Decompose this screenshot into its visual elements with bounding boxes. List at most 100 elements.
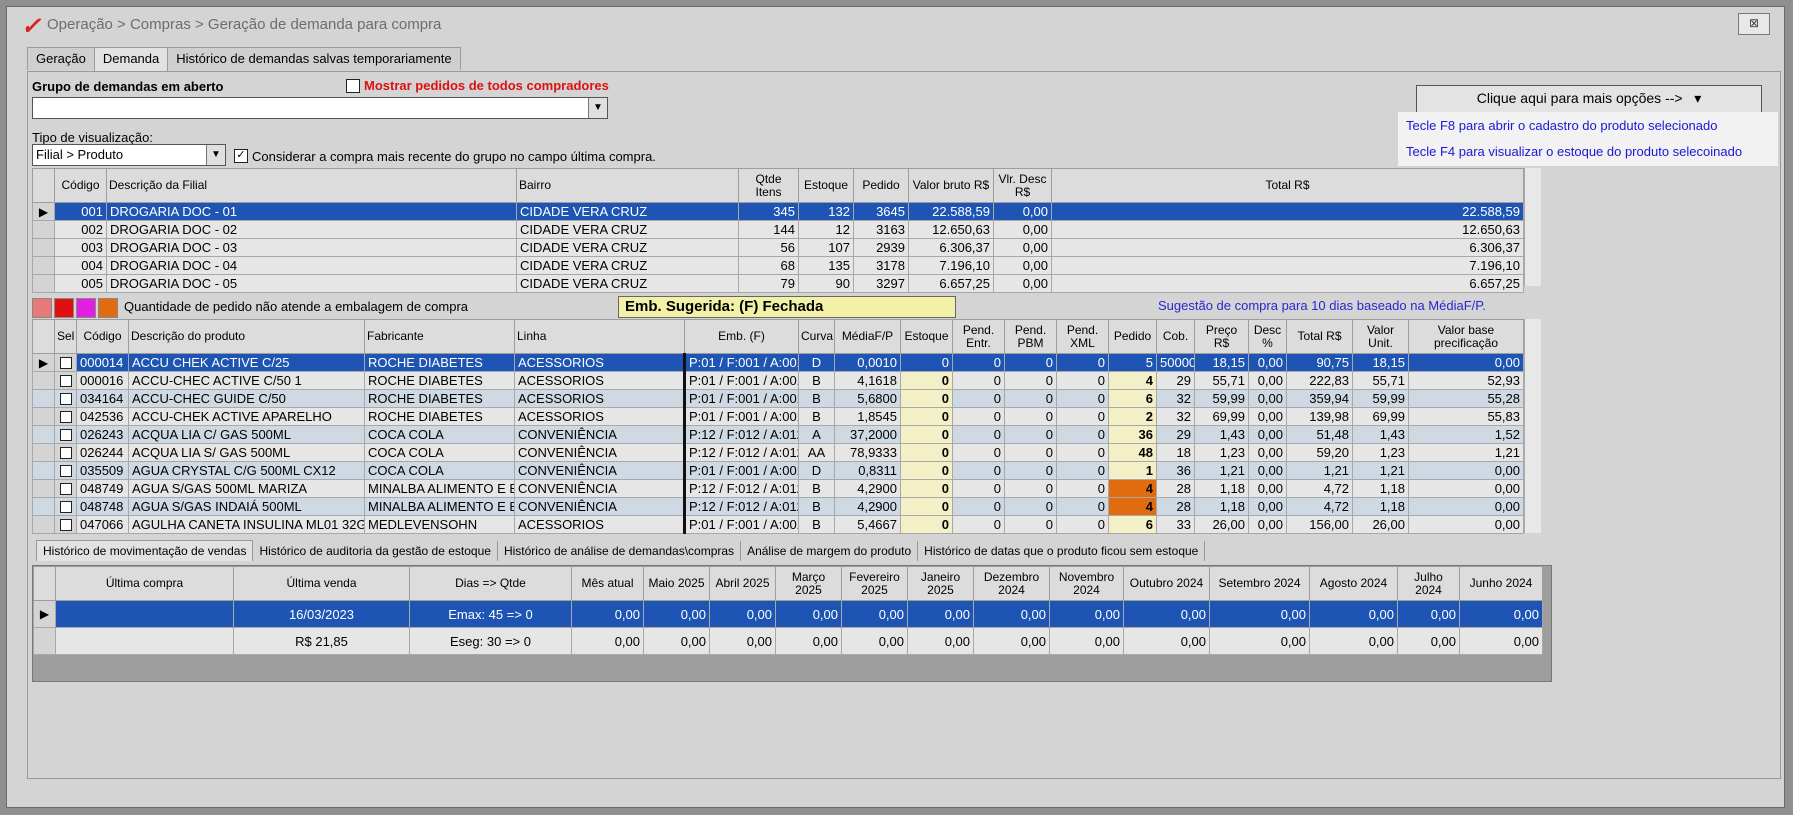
col-header[interactable]: Estoque [900, 319, 953, 354]
col-header[interactable]: Valor Unit. [1352, 319, 1409, 354]
row-indicator[interactable] [33, 627, 56, 655]
col-header[interactable]: Descrição do produto [128, 319, 365, 354]
col-header[interactable]: Vlr. Desc R$ [993, 168, 1052, 203]
col-header[interactable]: Dezembro 2024 [973, 566, 1050, 601]
col-header[interactable]: Cob. [1156, 319, 1195, 354]
col-header[interactable]: Pend. XML [1056, 319, 1109, 354]
branch-row[interactable]: ▶ 001 DROGARIA DOC - 01 CIDADE VERA CRUZ 345… [32, 202, 1524, 221]
col-header[interactable]: Qtde Itens [738, 168, 799, 203]
row-indicator[interactable] [32, 389, 55, 408]
col-header[interactable]: Última venda [233, 566, 410, 601]
col-header[interactable]: Maio 2025 [643, 566, 710, 601]
col-header[interactable]: Fabricante [364, 319, 515, 354]
checkbox-icon[interactable] [59, 446, 72, 459]
row-indicator[interactable] [32, 371, 55, 390]
select-checkbox[interactable] [54, 479, 77, 498]
tab-demanda[interactable]: Demanda [93, 47, 169, 72]
col-header[interactable]: Setembro 2024 [1209, 566, 1310, 601]
checkbox-icon[interactable] [59, 464, 72, 477]
col-header[interactable]: Março 2025 [775, 566, 842, 601]
col-header[interactable]: Dias => Qtde [409, 566, 572, 601]
row-indicator[interactable] [32, 238, 55, 257]
select-checkbox[interactable] [54, 425, 77, 444]
view-type-select[interactable]: Filial > Produto ▼ [32, 144, 226, 166]
select-checkbox[interactable] [54, 407, 77, 426]
branch-row[interactable]: 005 DROGARIA DOC - 05 CIDADE VERA CRUZ 79 90… [32, 274, 1524, 293]
col-header[interactable]: Linha [514, 319, 685, 354]
product-row[interactable]: 026244 ACQUA LIA S/ GAS 500ML COCA COLA CON… [32, 443, 1524, 462]
product-row[interactable]: 047066 AGULHA CANETA INSULINA ML01 32G 0.… [32, 515, 1524, 534]
row-indicator[interactable] [32, 515, 55, 534]
consider-checkbox[interactable]: ✓ [234, 149, 248, 163]
col-header[interactable]: Total R$ [1051, 168, 1524, 203]
checkbox-icon[interactable] [59, 410, 72, 423]
col-header[interactable]: MédiaF/P [834, 319, 901, 354]
chevron-down-icon[interactable]: ▼ [206, 145, 225, 165]
group-select[interactable]: ▼ [32, 97, 608, 119]
col-header[interactable]: Valor bruto R$ [908, 168, 994, 203]
product-row[interactable]: 034164 ACCU-CHEC GUIDE C/50 ROCHE DIABETES… [32, 389, 1524, 408]
col-header[interactable]: Estoque [798, 168, 854, 203]
tab-hist-analise[interactable]: Histórico de análise de demandas\compras [498, 541, 742, 561]
show-all-checkbox[interactable] [346, 79, 360, 93]
checkbox-icon[interactable] [59, 374, 72, 387]
product-row[interactable]: 035509 AGUA CRYSTAL C/G 500ML CX12 COCA CO… [32, 461, 1524, 480]
col-header[interactable]: Julho 2024 [1397, 566, 1460, 601]
tab-hist-vendas[interactable]: Histórico de movimentação de vendas [36, 540, 254, 561]
row-indicator[interactable] [32, 274, 55, 293]
row-indicator[interactable]: ▶ [32, 353, 55, 372]
row-indicator[interactable] [32, 497, 55, 516]
col-header[interactable]: Novembro 2024 [1049, 566, 1124, 601]
checkbox-icon[interactable] [59, 356, 72, 369]
col-header[interactable]: Junho 2024 [1459, 566, 1543, 601]
row-indicator[interactable]: ▶ [32, 202, 55, 221]
select-checkbox[interactable] [54, 353, 77, 372]
col-header[interactable]: Valor base precificação [1408, 319, 1524, 354]
tab-geracao[interactable]: Geração [27, 47, 95, 70]
more-options-button[interactable]: Clique aqui para mais opções --> ▾ [1416, 85, 1762, 113]
branch-row[interactable]: 003 DROGARIA DOC - 03 CIDADE VERA CRUZ 56 10… [32, 238, 1524, 257]
col-header[interactable]: Pedido [1108, 319, 1157, 354]
branch-row[interactable]: 004 DROGARIA DOC - 04 CIDADE VERA CRUZ 68 13… [32, 256, 1524, 275]
checkbox-icon[interactable] [59, 500, 72, 513]
col-header[interactable]: Última compra [55, 566, 234, 601]
tab-historico-demandas[interactable]: Histórico de demandas salvas temporariam… [167, 47, 461, 70]
row-indicator[interactable] [32, 443, 55, 462]
col-header[interactable]: Curva [798, 319, 835, 354]
col-header[interactable]: Pend. PBM [1004, 319, 1057, 354]
checkbox-icon[interactable] [59, 392, 72, 405]
col-header[interactable]: Fevereiro 2025 [841, 566, 908, 601]
products-scrollbar[interactable] [1524, 319, 1541, 533]
row-indicator[interactable]: ▶ [33, 600, 56, 628]
col-header[interactable]: Pend. Entr. [952, 319, 1005, 354]
close-button[interactable]: ⊠ [1738, 13, 1770, 35]
tab-hist-sem-estoque[interactable]: Histórico de datas que o produto ficou s… [918, 541, 1206, 561]
row-indicator[interactable] [32, 220, 55, 239]
chevron-down-icon[interactable]: ▼ [588, 98, 607, 118]
col-header[interactable]: Desc % [1248, 319, 1287, 354]
row-indicator[interactable] [32, 461, 55, 480]
checkbox-icon[interactable] [59, 482, 72, 495]
history-row[interactable]: ▶ 16/03/2023 Emax: 45 => 0 0,00 0,00 0,00 0,00… [33, 600, 1543, 628]
select-checkbox[interactable] [54, 515, 77, 534]
col-header[interactable]: Mês atual [571, 566, 644, 601]
branch-row[interactable]: 002 DROGARIA DOC - 02 CIDADE VERA CRUZ 144 1… [32, 220, 1524, 239]
col-header[interactable]: Janeiro 2025 [907, 566, 974, 601]
row-indicator[interactable] [32, 407, 55, 426]
product-row[interactable]: 042536 ACCU-CHEK ACTIVE APARELHO ROCHE DIA… [32, 407, 1524, 426]
col-header[interactable]: Total R$ [1286, 319, 1353, 354]
select-checkbox[interactable] [54, 461, 77, 480]
product-row[interactable]: 048748 AGUA S/GAS INDAIÁ 500ML MINALBA ALI… [32, 497, 1524, 516]
col-header[interactable]: Código [76, 319, 129, 354]
col-header[interactable]: Emb. (F) [684, 319, 799, 354]
checkbox-icon[interactable] [59, 428, 72, 441]
col-header[interactable]: Código [54, 168, 107, 203]
col-header[interactable]: Bairro [516, 168, 739, 203]
col-header[interactable]: Agosto 2024 [1309, 566, 1398, 601]
select-checkbox[interactable] [54, 443, 77, 462]
col-header[interactable]: Sel [54, 319, 77, 354]
col-header[interactable]: Abril 2025 [709, 566, 776, 601]
row-indicator[interactable] [32, 425, 55, 444]
col-header[interactable]: Pedido [853, 168, 909, 203]
product-row[interactable]: ▶ 000014 ACCU CHEK ACTIVE C/25 ROCHE DIABET… [32, 353, 1524, 372]
